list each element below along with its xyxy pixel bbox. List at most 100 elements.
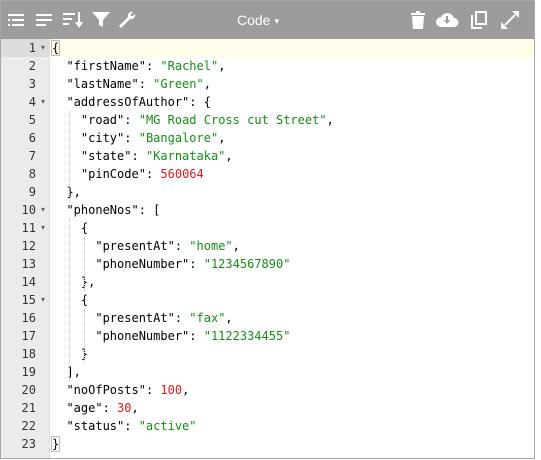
code-line[interactable]: "presentAt": "fax",: [50, 309, 534, 327]
repair-icon[interactable]: [113, 1, 141, 39]
punctuation-token: [52, 401, 66, 415]
code-line-text: "road": "MG Road Cross cut Street",: [52, 111, 334, 129]
gutter-line: 8: [1, 165, 50, 183]
code-line[interactable]: "city": "Bangalore",: [50, 129, 534, 147]
fold-toggle-icon[interactable]: ▾: [38, 39, 48, 57]
punctuation-token: :: [124, 131, 139, 145]
code-line[interactable]: "phoneNumber": "1234567890": [50, 255, 534, 273]
fold-toggle-icon[interactable]: ▾: [38, 291, 48, 309]
gutter-line: 9: [1, 183, 50, 201]
code-line-text: "lastName": "Green",: [52, 75, 211, 93]
gutter-line: 7: [1, 147, 50, 165]
line-number: 20: [21, 383, 36, 397]
code-line[interactable]: "noOfPosts": 100,: [50, 381, 534, 399]
code-line[interactable]: },: [50, 273, 534, 291]
line-number: 4: [28, 95, 36, 109]
punctuation-token: [52, 167, 81, 181]
fold-toggle-icon[interactable]: ▾: [38, 201, 48, 219]
punctuation-token: ,: [232, 239, 240, 253]
string-token: "Rachel": [160, 59, 219, 73]
code-line[interactable]: "state": "Karnataka",: [50, 147, 534, 165]
code-line-text: "noOfPosts": 100,: [52, 381, 189, 399]
indent-guide: [69, 111, 71, 201]
code-line[interactable]: "firstName": "Rachel",: [50, 57, 534, 75]
line-number: 19: [21, 365, 36, 379]
code-line-text: "phoneNumber": "1122334455": [52, 327, 290, 345]
gutter-line: 13: [1, 255, 50, 273]
punctuation-token: :: [189, 257, 204, 271]
code-line[interactable]: "road": "MG Road Cross cut Street",: [50, 111, 534, 129]
number-token: 560064: [160, 167, 204, 181]
gutter-line: 2: [1, 57, 50, 75]
gutter-line: 19: [1, 363, 50, 381]
line-number: 16: [21, 311, 36, 325]
code-line-text: "state": "Karnataka",: [52, 147, 233, 165]
key-token: "phoneNos": [66, 203, 139, 217]
code-line[interactable]: "lastName": "Green",: [50, 75, 534, 93]
code-line[interactable]: }: [50, 435, 534, 453]
code-line[interactable]: {: [50, 219, 534, 237]
punctuation-token: :: [124, 419, 139, 433]
code-area[interactable]: { "firstName": "Rachel", "lastName": "Gr…: [50, 39, 534, 458]
string-token: "Karnataka": [145, 149, 226, 163]
copy-icon[interactable]: [465, 1, 493, 39]
punctuation-token: ,: [203, 77, 211, 91]
code-line-text: "addressOfAuthor": {: [52, 93, 211, 111]
code-line[interactable]: ],: [50, 363, 534, 381]
punctuation-token: :: [124, 113, 139, 127]
code-line[interactable]: },: [50, 183, 534, 201]
punctuation-token: [52, 257, 95, 271]
filter-icon[interactable]: [87, 1, 115, 39]
punctuation-token: },: [52, 275, 96, 289]
fullscreen-icon[interactable]: [496, 1, 524, 39]
code-line-text: "age": 30,: [52, 399, 138, 417]
punctuation-token: :: [145, 59, 161, 73]
number-token: 30: [117, 401, 132, 415]
punctuation-token: :: [131, 149, 146, 163]
fold-toggle-icon[interactable]: ▾: [38, 93, 48, 111]
line-number: 6: [28, 131, 36, 145]
code-line-text: "pinCode": 560064: [52, 165, 204, 183]
fold-toggle-icon[interactable]: ▾: [38, 219, 48, 237]
string-token: "active": [138, 419, 197, 433]
format-icon[interactable]: [3, 1, 31, 39]
line-number: 17: [21, 329, 36, 343]
code-line-text: "phoneNumber": "1234567890": [52, 255, 290, 273]
code-line[interactable]: {: [50, 39, 534, 57]
punctuation-token: :: [138, 77, 154, 91]
line-number: 5: [28, 113, 36, 127]
punctuation-token: :: [145, 167, 161, 181]
mode-selector[interactable]: Code ▾: [237, 1, 279, 39]
punctuation-token: :: [189, 329, 204, 343]
gutter-line: 20: [1, 381, 50, 399]
sort-icon[interactable]: [59, 1, 87, 39]
download-icon[interactable]: [433, 1, 461, 39]
code-line[interactable]: "pinCode": 560064: [50, 165, 534, 183]
code-line[interactable]: "presentAt": "home",: [50, 237, 534, 255]
code-line[interactable]: "addressOfAuthor": {: [50, 93, 534, 111]
code-line-text: "status": "active": [52, 417, 197, 435]
code-line[interactable]: "phoneNos": [: [50, 201, 534, 219]
line-number: 1: [28, 41, 36, 55]
key-token: "firstName": [66, 59, 146, 73]
string-token: "home": [189, 239, 233, 253]
code-line[interactable]: {: [50, 291, 534, 309]
string-token: "fax": [189, 311, 226, 325]
gutter-line: 21: [1, 399, 50, 417]
indent-guide: [83, 237, 85, 291]
key-token: "state": [80, 149, 132, 163]
delete-icon[interactable]: [404, 1, 432, 39]
string-token: "Green": [153, 77, 204, 91]
line-number: 21: [21, 401, 36, 415]
punctuation-token: [52, 95, 66, 109]
code-line[interactable]: "phoneNumber": "1122334455": [50, 327, 534, 345]
code-line[interactable]: "status": "active": [50, 417, 534, 435]
code-line[interactable]: }: [50, 345, 534, 363]
key-token: "presentAt": [95, 239, 175, 253]
punctuation-token: ,: [225, 149, 233, 163]
punctuation-token: :: [102, 401, 118, 415]
gutter-line: 17: [1, 327, 50, 345]
code-line[interactable]: "age": 30,: [50, 399, 534, 417]
compact-icon[interactable]: [31, 1, 59, 39]
code-line-text: {: [50, 39, 61, 57]
